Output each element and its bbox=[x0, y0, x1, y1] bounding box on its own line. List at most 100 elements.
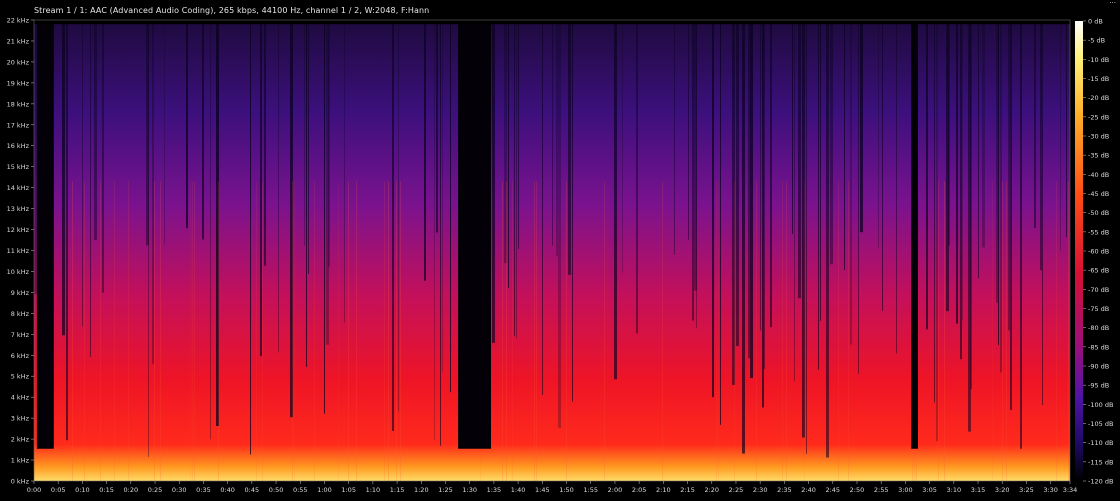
x-tick-label: 2:05 bbox=[632, 486, 647, 494]
bright-stripe bbox=[72, 181, 73, 481]
dark-stripe bbox=[90, 20, 91, 357]
dark-stripe bbox=[998, 20, 999, 346]
bright-stripe bbox=[292, 181, 293, 481]
dark-stripe bbox=[1040, 20, 1042, 271]
colorbar-tick-label: -30 dB bbox=[1088, 133, 1109, 141]
bright-stripe bbox=[756, 181, 757, 481]
dark-stripe bbox=[720, 20, 721, 425]
x-tick-label: 2:10 bbox=[656, 486, 671, 494]
colorbar-tick-label: -25 dB bbox=[1088, 113, 1109, 121]
dark-stripe bbox=[148, 20, 149, 458]
time-axis: 0:00 0:05 0:10 0:15 0:20 0:25 0:30 0:35 0:40 0:45… bbox=[27, 481, 1077, 494]
y-tick-label: 9 kHz bbox=[11, 289, 30, 297]
colorbar-tick-label: -70 dB bbox=[1088, 286, 1109, 294]
dark-stripe bbox=[820, 20, 821, 321]
dark-stripe bbox=[440, 20, 441, 446]
dark-stripe bbox=[492, 20, 495, 343]
dark-stripe bbox=[850, 20, 852, 345]
y-tick-label: 20 kHz bbox=[7, 58, 30, 66]
dark-stripe bbox=[858, 20, 859, 374]
dark-stripe bbox=[818, 20, 819, 370]
x-tick-label: 1:35 bbox=[487, 486, 502, 494]
bright-stripe bbox=[506, 181, 507, 481]
x-tick-label: 0:35 bbox=[196, 486, 211, 494]
colorbar bbox=[1075, 21, 1083, 481]
bright-stripe bbox=[782, 181, 783, 481]
dark-stripe bbox=[514, 20, 515, 336]
colorbar-tick-label: -120 dB bbox=[1088, 478, 1113, 486]
x-tick-label: 1:55 bbox=[583, 486, 598, 494]
bright-stripe bbox=[218, 181, 219, 481]
dark-stripe bbox=[94, 20, 97, 241]
colorbar-tick-label: -75 dB bbox=[1088, 305, 1109, 313]
y-tick-label: 11 kHz bbox=[7, 247, 30, 255]
dark-stripe bbox=[748, 20, 750, 359]
bright-stripe bbox=[502, 181, 503, 481]
bright-stripe bbox=[396, 181, 397, 481]
x-tick-label: 0:45 bbox=[245, 486, 260, 494]
bright-stripe bbox=[256, 181, 257, 481]
dark-stripe bbox=[792, 20, 793, 234]
x-tick-label: 2:15 bbox=[680, 486, 695, 494]
colorbar-tick-label: -85 dB bbox=[1088, 343, 1109, 351]
colorbar-tick-label: -55 dB bbox=[1088, 228, 1109, 236]
colorbar-tick-label: -115 dB bbox=[1088, 458, 1113, 466]
y-tick-label: 13 kHz bbox=[7, 205, 30, 213]
dark-stripe bbox=[250, 20, 251, 455]
y-tick-label: 8 kHz bbox=[11, 310, 30, 318]
dark-stripe bbox=[878, 20, 879, 249]
x-tick-label: 3:10 bbox=[947, 486, 962, 494]
y-tick-label: 17 kHz bbox=[7, 121, 30, 129]
dark-stripe bbox=[622, 20, 623, 273]
bright-stripe bbox=[938, 181, 939, 481]
dark-stripe bbox=[308, 20, 309, 275]
bright-stripe bbox=[718, 181, 719, 481]
x-tick-label: 1:50 bbox=[559, 486, 574, 494]
bright-stripe bbox=[128, 181, 129, 481]
frequency-axis: 0 kHz 1 kHz 2 kHz 3 kHz 4 kHz 5 kHz 6 kHz 7 kHz… bbox=[7, 17, 34, 486]
colorbar-tick-label: -35 dB bbox=[1088, 152, 1109, 160]
bright-stripe bbox=[734, 181, 735, 481]
y-tick-label: 21 kHz bbox=[7, 37, 30, 45]
bright-stripe bbox=[338, 181, 339, 481]
bright-stripe bbox=[84, 181, 85, 481]
bright-stripe bbox=[1068, 181, 1069, 481]
bright-stripe bbox=[944, 181, 945, 481]
dark-stripe bbox=[736, 20, 739, 347]
x-tick-label: 3:30 bbox=[1043, 486, 1058, 494]
dark-stripe bbox=[762, 20, 764, 408]
y-tick-label: 1 kHz bbox=[11, 457, 30, 465]
dark-stripe bbox=[82, 20, 83, 327]
colorbar-tick-label: -60 dB bbox=[1088, 248, 1109, 256]
dark-stripe bbox=[436, 20, 438, 233]
dark-stripe bbox=[764, 20, 765, 370]
colorbar-tick-label: -45 dB bbox=[1088, 190, 1109, 198]
bright-stripe bbox=[716, 181, 717, 481]
x-tick-label: 2:25 bbox=[729, 486, 744, 494]
bright-stripe bbox=[356, 181, 357, 481]
x-tick-label: 1:00 bbox=[317, 486, 332, 494]
dark-stripe bbox=[102, 20, 104, 293]
x-tick-label: 0:25 bbox=[148, 486, 163, 494]
x-tick-label: 1:45 bbox=[535, 486, 550, 494]
x-tick-label: 1:15 bbox=[390, 486, 405, 494]
dark-stripe bbox=[304, 20, 305, 246]
dark-stripe bbox=[508, 20, 509, 288]
bright-stripe bbox=[100, 181, 101, 481]
y-tick-label: 0 kHz bbox=[11, 478, 30, 486]
frequency-cutoff-band bbox=[34, 20, 1070, 25]
x-tick-label: 2:50 bbox=[850, 486, 865, 494]
dark-stripe bbox=[1020, 20, 1022, 449]
y-tick-label: 12 kHz bbox=[7, 226, 30, 234]
x-tick-label: 1:10 bbox=[366, 486, 381, 494]
y-tick-label: 14 kHz bbox=[7, 184, 30, 192]
colorbar-tick-label: -105 dB bbox=[1088, 420, 1113, 428]
dark-stripe bbox=[696, 20, 697, 329]
dark-stripe bbox=[798, 20, 801, 299]
bright-stripe bbox=[314, 181, 315, 481]
y-tick-label: 19 kHz bbox=[7, 79, 30, 87]
y-tick-label: 15 kHz bbox=[7, 163, 30, 171]
x-tick-label: 3:20 bbox=[995, 486, 1010, 494]
bright-stripe bbox=[388, 181, 389, 481]
colorbar-tick-label: -80 dB bbox=[1088, 324, 1109, 332]
